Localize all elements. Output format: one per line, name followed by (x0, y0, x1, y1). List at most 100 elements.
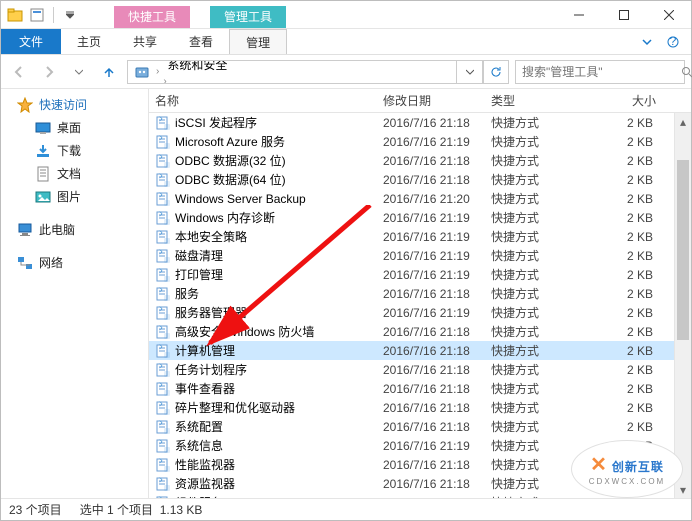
file-date: 2016/7/16 21:18 (377, 173, 485, 187)
col-type[interactable]: 类型 (485, 89, 593, 112)
file-type: 快捷方式 (485, 266, 593, 283)
column-headers[interactable]: 名称 修改日期 类型 大小 (149, 89, 691, 113)
scroll-thumb[interactable] (677, 160, 689, 340)
col-size[interactable]: 大小 (593, 89, 663, 112)
search-input[interactable] (522, 65, 677, 79)
file-row[interactable]: 高级安全 Windows 防火墙2016/7/16 21:18快捷方式2 KB (149, 322, 674, 341)
file-row[interactable]: 碎片整理和优化驱动器2016/7/16 21:18快捷方式2 KB (149, 398, 674, 417)
file-type: 快捷方式 (485, 285, 593, 302)
file-row[interactable]: Microsoft Azure 服务2016/7/16 21:19快捷方式2 K… (149, 132, 674, 151)
shortcut-icon (155, 476, 171, 492)
maximize-button[interactable] (601, 1, 646, 29)
scrollbar[interactable]: ▴ ▾ (674, 113, 691, 498)
file-row[interactable]: 本地安全策略2016/7/16 21:19快捷方式2 KB (149, 227, 674, 246)
scroll-down-button[interactable]: ▾ (675, 481, 691, 498)
file-date: 2016/7/16 21:18 (377, 325, 485, 339)
breadcrumb-segment[interactable]: 系统和安全 (161, 60, 233, 74)
file-row[interactable]: ODBC 数据源(32 位)2016/7/16 21:18快捷方式2 KB (149, 151, 674, 170)
nav-item[interactable]: 快速访问 (1, 93, 148, 116)
nav-back-button[interactable] (7, 60, 31, 84)
file-size: 2 KB (593, 306, 663, 320)
scroll-up-button[interactable]: ▴ (675, 113, 691, 130)
file-size: 2 KB (593, 249, 663, 263)
help-icon[interactable]: ? (663, 32, 683, 52)
file-name: 事件查看器 (175, 380, 235, 397)
qat-dropdown-icon[interactable] (62, 7, 78, 23)
shortcut-icon (155, 362, 171, 378)
nav-item[interactable]: 文档 (1, 162, 148, 185)
nav-up-button[interactable] (97, 60, 121, 84)
file-type: 快捷方式 (485, 323, 593, 340)
file-type: 快捷方式 (485, 399, 593, 416)
menu-tab[interactable]: 管理 (229, 29, 287, 54)
file-list[interactable]: iSCSI 发起程序2016/7/16 21:18快捷方式2 KBMicroso… (149, 113, 674, 498)
file-row[interactable]: iSCSI 发起程序2016/7/16 21:18快捷方式2 KB (149, 113, 674, 132)
history-dropdown[interactable] (457, 60, 483, 84)
file-type: 快捷方式 (485, 380, 593, 397)
file-name: ODBC 数据源(64 位) (175, 171, 286, 188)
nav-item[interactable]: 桌面 (1, 116, 148, 139)
close-button[interactable] (646, 1, 691, 29)
file-row[interactable]: Windows Server Backup2016/7/16 21:20快捷方式… (149, 189, 674, 208)
file-size: 2 KB (593, 173, 663, 187)
col-date[interactable]: 修改日期 (377, 89, 485, 112)
nav-forward-button[interactable] (37, 60, 61, 84)
nav-pane[interactable]: 快速访问桌面下载文档图片此电脑网络 (1, 89, 149, 498)
shortcut-icon (155, 267, 171, 283)
file-type: 快捷方式 (485, 228, 593, 245)
refresh-button[interactable] (483, 60, 509, 84)
ribbon-expand-icon[interactable] (637, 32, 657, 52)
file-date: 2016/7/16 21:18 (377, 344, 485, 358)
file-name: 任务计划程序 (175, 361, 247, 378)
search-box[interactable] (515, 60, 685, 84)
scroll-track[interactable] (675, 130, 691, 481)
breadcrumb[interactable]: › 控制面板›系统和安全›管理工具› (127, 60, 457, 84)
status-item-count: 23 个项目 (9, 501, 62, 518)
col-name[interactable]: 名称 (149, 89, 377, 112)
file-size: 2 KB (593, 382, 663, 396)
file-size: 2 KB (593, 344, 663, 358)
file-row[interactable]: 计算机管理2016/7/16 21:18快捷方式2 KB (149, 341, 674, 360)
menu-file[interactable]: 文件 (1, 29, 61, 54)
file-size: 2 KB (593, 154, 663, 168)
nav-item[interactable]: 图片 (1, 185, 148, 208)
minimize-button[interactable] (556, 1, 601, 29)
file-date: 2016/7/16 21:18 (377, 458, 485, 472)
file-date: 2016/7/16 21:18 (377, 477, 485, 491)
file-row[interactable]: ODBC 数据源(64 位)2016/7/16 21:18快捷方式2 KB (149, 170, 674, 189)
watermark: ✕创新互联 CDXWCX.COM (572, 441, 682, 497)
file-size: 2 KB (593, 287, 663, 301)
menu-tab[interactable]: 共享 (117, 29, 173, 54)
file-row[interactable]: 服务2016/7/16 21:18快捷方式2 KB (149, 284, 674, 303)
file-row[interactable]: 任务计划程序2016/7/16 21:18快捷方式2 KB (149, 360, 674, 379)
nav-item[interactable]: 网络 (1, 251, 148, 274)
nav-recent-dropdown[interactable] (67, 60, 91, 84)
nav-item[interactable]: 此电脑 (1, 218, 148, 241)
contextual-tab[interactable]: 管理工具 (210, 6, 286, 28)
menu-tab[interactable]: 主页 (61, 29, 117, 54)
contextual-tab[interactable]: 快捷工具 (114, 6, 190, 28)
file-name: 碎片整理和优化驱动器 (175, 399, 295, 416)
nav-item-label: 此电脑 (39, 221, 75, 238)
file-row[interactable]: 打印管理2016/7/16 21:19快捷方式2 KB (149, 265, 674, 284)
file-type: 快捷方式 (485, 114, 593, 131)
file-name: 系统信息 (175, 437, 223, 454)
shortcut-icon (155, 381, 171, 397)
nav-item[interactable]: 下载 (1, 139, 148, 162)
breadcrumb-chevron-icon[interactable]: › (161, 76, 168, 84)
shortcut-icon (155, 210, 171, 226)
file-row[interactable]: Windows 内存诊断2016/7/16 21:19快捷方式2 KB (149, 208, 674, 227)
file-name: Microsoft Azure 服务 (175, 133, 285, 150)
shortcut-icon (155, 438, 171, 454)
file-row[interactable]: 事件查看器2016/7/16 21:18快捷方式2 KB (149, 379, 674, 398)
file-row[interactable]: 服务器管理器2016/7/16 21:19快捷方式2 KB (149, 303, 674, 322)
menu-tab[interactable]: 查看 (173, 29, 229, 54)
properties-icon[interactable] (29, 7, 45, 23)
file-date: 2016/7/16 21:18 (377, 401, 485, 415)
file-row[interactable]: 系统配置2016/7/16 21:18快捷方式2 KB (149, 417, 674, 436)
address-row: › 控制面板›系统和安全›管理工具› (1, 55, 691, 89)
file-size: 2 KB (593, 420, 663, 434)
ribbon-tabs: 文件 主页共享查看管理 ? (1, 29, 691, 55)
shortcut-icon (155, 457, 171, 473)
file-row[interactable]: 磁盘清理2016/7/16 21:19快捷方式2 KB (149, 246, 674, 265)
